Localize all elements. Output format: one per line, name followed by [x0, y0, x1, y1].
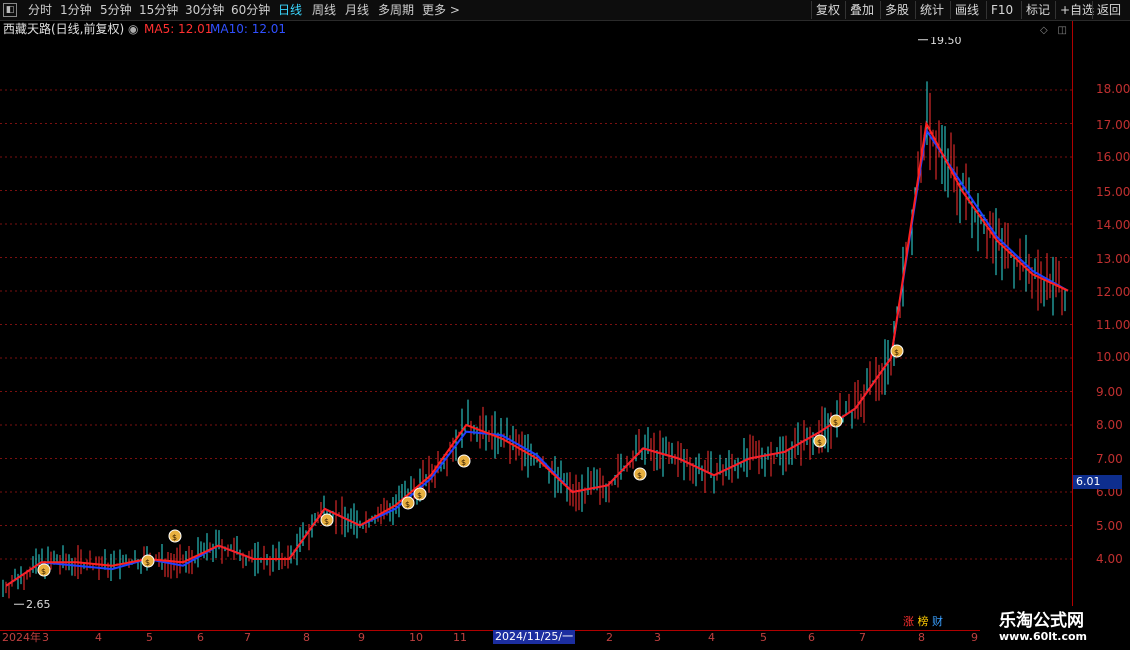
- svg-text:$: $: [41, 567, 46, 576]
- stock-title: 西藏天路(日线,前复权): [3, 22, 125, 36]
- y-tick: 14.00: [1096, 218, 1130, 232]
- x-tick: 11: [453, 631, 467, 644]
- buy-signal-icon: $: [413, 487, 427, 501]
- tab-daily[interactable]: 日线: [278, 1, 302, 19]
- tab-more[interactable]: 更多 >: [422, 1, 460, 19]
- x-tick: 7: [859, 631, 866, 644]
- finance-icon[interactable]: 财: [932, 615, 943, 628]
- x-tick: 5: [146, 631, 153, 644]
- kline-chart[interactable]: 19.50 2.65 $ $ $ $ $ $ $ $ $ $ $: [0, 37, 1072, 630]
- y-tick: 18.00: [1096, 82, 1130, 96]
- fuquan-button[interactable]: 复权: [811, 1, 840, 19]
- y-tick: 17.00: [1096, 118, 1130, 132]
- x-tick: 9: [971, 631, 978, 644]
- f10-button[interactable]: F10: [986, 1, 1013, 19]
- ma5-label: MA5: 12.01: [144, 22, 213, 36]
- tab-multi-period[interactable]: 多周期: [378, 1, 414, 19]
- svg-text:$: $: [833, 418, 838, 427]
- y-tick: 11.00: [1096, 318, 1130, 332]
- rise-icon[interactable]: 涨: [903, 615, 914, 628]
- y-tick: 5.00: [1096, 519, 1123, 533]
- x-tick: 8: [303, 631, 310, 644]
- buy-signal-icon: $: [141, 554, 155, 568]
- buy-signal-icon: $: [633, 467, 647, 481]
- svg-text:$: $: [324, 517, 329, 526]
- buy-signal-icon: $: [168, 529, 182, 543]
- y-tick: 12.00: [1096, 285, 1130, 299]
- top-toolbar: ◧ 分时 1分钟 5分钟 15分钟 30分钟 60分钟 日线 周线 月线 多周期…: [0, 0, 1130, 21]
- ma10-label: MA10: 12.01: [210, 22, 287, 36]
- indicator-menu-icon[interactable]: ◉: [128, 21, 138, 37]
- back-button[interactable]: 返回: [1092, 1, 1121, 19]
- tab-30min[interactable]: 30分钟: [185, 1, 224, 19]
- y-tick: 13.00: [1096, 252, 1130, 266]
- svg-text:$: $: [461, 458, 466, 467]
- x-tick: 4: [95, 631, 102, 644]
- x-tick: 8: [918, 631, 925, 644]
- tab-weekly[interactable]: 周线: [312, 1, 336, 19]
- mark-button[interactable]: 标记: [1021, 1, 1050, 19]
- x-tick: 7: [244, 631, 251, 644]
- overlay-button[interactable]: 叠加: [845, 1, 874, 19]
- draw-line-button[interactable]: 画线: [950, 1, 979, 19]
- diamond-icon[interactable]: ◇: [1040, 25, 1048, 36]
- buy-signal-icon: $: [890, 344, 904, 358]
- quick-icons: 涨 榜 财: [903, 613, 943, 628]
- indicator-info-bar: 西藏天路(日线,前复权) ◉ MA5: 12.01 MA10: 12.01: [0, 21, 1080, 37]
- window-menu-icon[interactable]: ◧: [3, 3, 17, 17]
- svg-text:$: $: [894, 348, 899, 357]
- svg-text:$: $: [637, 471, 642, 480]
- high-label: 19.50: [930, 37, 962, 47]
- buy-signal-icon: $: [320, 513, 334, 527]
- bottom-strip: [0, 644, 1130, 650]
- tab-5min[interactable]: 5分钟: [100, 1, 132, 19]
- x-tick: 10: [409, 631, 423, 644]
- x-tick: 4: [708, 631, 715, 644]
- rank-icon[interactable]: 榜: [918, 615, 929, 628]
- y-tick: 8.00: [1096, 418, 1123, 432]
- y-tick: 15.00: [1096, 185, 1130, 199]
- current-price-tag: 6.01: [1073, 475, 1122, 489]
- tab-60min[interactable]: 60分钟: [231, 1, 270, 19]
- buy-signal-icon: $: [829, 414, 843, 428]
- svg-text:$: $: [405, 500, 410, 509]
- x-tick: 3: [654, 631, 661, 644]
- y-tick: 4.00: [1096, 552, 1123, 566]
- add-watchlist-button[interactable]: +自选: [1055, 1, 1094, 19]
- panel-toggle-icon[interactable]: ◫: [1058, 25, 1067, 36]
- x-tick: 5: [760, 631, 767, 644]
- y-tick: 10.00: [1096, 350, 1130, 364]
- x-tick: 3: [42, 631, 49, 644]
- date-axis: 2024年 3 4 5 6 7 8 9 10 11 2 3 4 5 6 7 8 …: [0, 630, 980, 645]
- ma5-line: [5, 120, 1069, 587]
- buy-signal-icon: $: [457, 454, 471, 468]
- x-tick: 2: [606, 631, 613, 644]
- multi-stock-button[interactable]: 多股: [880, 1, 909, 19]
- svg-text:$: $: [145, 558, 150, 567]
- buy-signal-icon: $: [401, 496, 415, 510]
- x-tick: 9: [358, 631, 365, 644]
- y-tick: 9.00: [1096, 385, 1123, 399]
- panel-icons: ◇ ◫: [1040, 22, 1067, 36]
- tab-15min[interactable]: 15分钟: [139, 1, 178, 19]
- tab-monthly[interactable]: 月线: [345, 1, 369, 19]
- buy-signal-icon: $: [813, 434, 827, 448]
- x-tick: 6: [808, 631, 815, 644]
- svg-text:$: $: [417, 491, 422, 500]
- y-tick: 7.00: [1096, 452, 1123, 466]
- stats-button[interactable]: 统计: [915, 1, 944, 19]
- buy-signal-icon: $: [37, 563, 51, 577]
- watermark-title: 乐淘公式网: [999, 611, 1084, 631]
- tab-fenshi[interactable]: 分时: [28, 1, 52, 19]
- cursor-date-tag: 2024/11/25/一: [493, 630, 576, 644]
- watermark-url: www.60lt.com: [999, 630, 1088, 643]
- x-tick: 2024年: [2, 631, 41, 644]
- low-label: 2.65: [26, 598, 51, 611]
- svg-text:$: $: [817, 438, 822, 447]
- svg-text:$: $: [172, 533, 177, 542]
- tab-1min[interactable]: 1分钟: [60, 1, 92, 19]
- x-tick: 6: [197, 631, 204, 644]
- y-tick: 16.00: [1096, 150, 1130, 164]
